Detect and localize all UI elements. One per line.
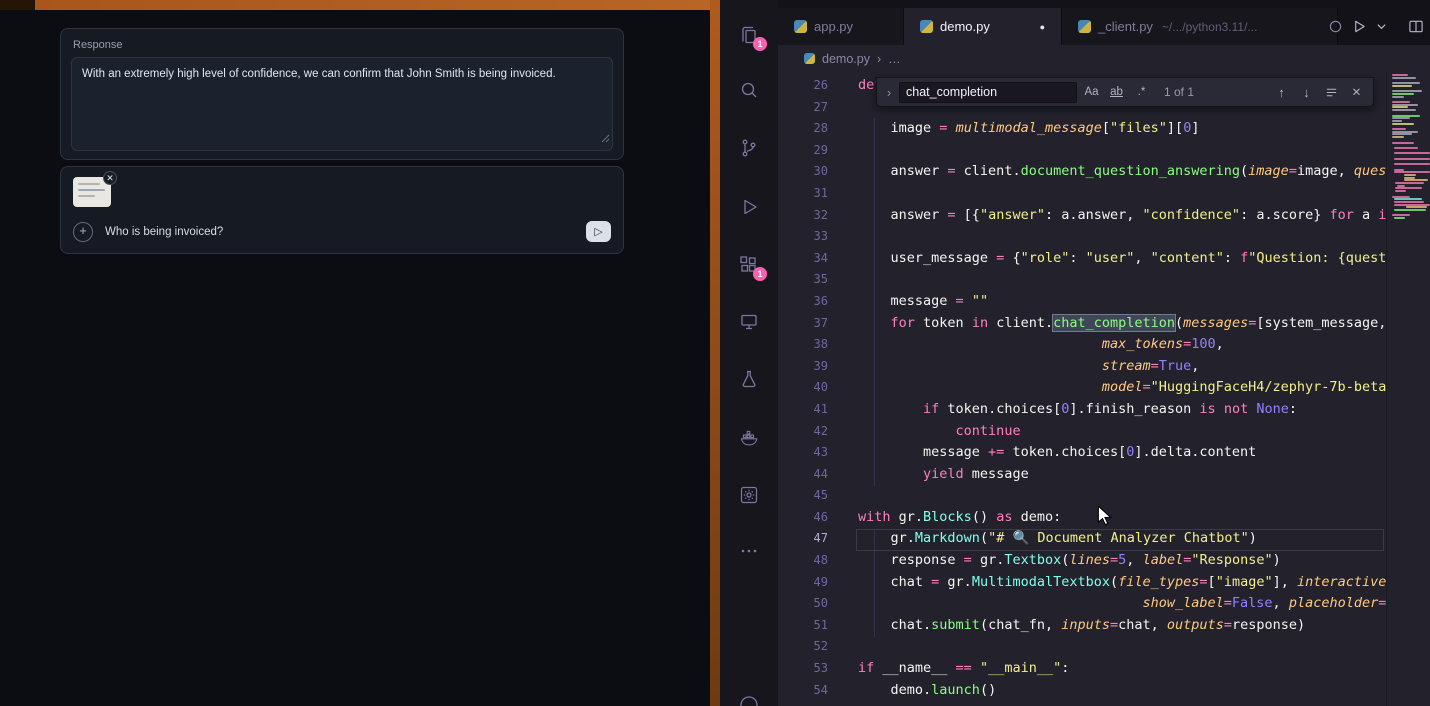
python-file-icon: [794, 20, 807, 33]
code-line-41[interactable]: 41 if token.choices[0].finish_reason is …: [778, 399, 1386, 421]
find-in-selection-icon[interactable]: [1321, 82, 1342, 103]
code-line-32[interactable]: 32 answer = [{"answer": a.answer, "confi…: [778, 205, 1386, 227]
code-line-35[interactable]: 35: [778, 269, 1386, 291]
find-widget: › Aa ab .* 1 of 1 ↑ ↓ ✕: [876, 77, 1374, 107]
extensions-badge: 1: [753, 267, 767, 281]
browser-titlebar: [0, 0, 710, 10]
code-line-30[interactable]: 30 answer = client.document_question_ans…: [778, 161, 1386, 183]
more-icon[interactable]: [737, 539, 761, 563]
attachment-thumbnail: ✕: [73, 177, 111, 207]
run-debug-icon[interactable]: [737, 195, 761, 219]
activity-bar: 1 1: [720, 0, 778, 706]
find-previous-button[interactable]: ↑: [1271, 82, 1292, 103]
breadcrumb: demo.py › …: [778, 45, 1430, 72]
tab-bar: app.py demo.py ● _client.py ~/.../python…: [778, 0, 1430, 45]
tab-demo-py[interactable]: demo.py ●: [904, 8, 1062, 45]
gradio-app: Response With an extremely high level of…: [0, 0, 710, 706]
resize-grip-icon[interactable]: [601, 130, 610, 148]
code-line-33[interactable]: 33: [778, 226, 1386, 248]
run-python-file-button[interactable]: [1352, 19, 1367, 34]
match-case-button[interactable]: Aa: [1081, 82, 1102, 103]
code-line-55[interactable]: 55: [778, 701, 1386, 706]
code-line-52[interactable]: 52: [778, 636, 1386, 658]
split-editor-button[interactable]: [1408, 19, 1424, 34]
docker-icon[interactable]: [737, 425, 761, 449]
code-line-34[interactable]: 34 user_message = {"role": "user", "cont…: [778, 248, 1386, 270]
modified-dot-icon: ●: [1040, 22, 1045, 32]
vscode-window: 1 1: [720, 0, 1430, 706]
code-editor[interactable]: 26def chat_fn(multimodal_message):2728 i…: [778, 72, 1430, 706]
code-lines: 26def chat_fn(multimodal_message):2728 i…: [778, 75, 1386, 706]
python-file-icon: [804, 53, 815, 64]
code-line-38[interactable]: 38 max_tokens=100,: [778, 334, 1386, 356]
screenshot-root: Response With an extremely high level of…: [0, 0, 1430, 706]
python-file-icon: [1078, 20, 1091, 33]
extensions-icon[interactable]: 1: [737, 253, 761, 277]
response-group: Response With an extremely high level of…: [60, 28, 624, 160]
remote-explorer-icon[interactable]: [737, 310, 761, 334]
remove-attachment-button[interactable]: ✕: [103, 171, 117, 185]
find-input[interactable]: [899, 82, 1077, 103]
editor-group: app.py demo.py ● _client.py ~/.../python…: [778, 0, 1430, 706]
code-line-37[interactable]: 37 for token in client.chat_completion(m…: [778, 313, 1386, 335]
circle-outline-icon[interactable]: [1328, 19, 1343, 34]
dev-container-icon[interactable]: [737, 483, 761, 507]
explorer-icon[interactable]: 1: [737, 23, 761, 47]
code-line-50[interactable]: 50 show_label=False, placeholder=: [778, 593, 1386, 615]
account-icon[interactable]: [737, 693, 761, 706]
code-line-46[interactable]: 46with gr.Blocks() as demo:: [778, 507, 1386, 529]
breadcrumb-separator: ›: [877, 52, 881, 66]
response-label: Response: [73, 39, 613, 51]
explorer-badge: 1: [753, 37, 767, 51]
tab-client-py[interactable]: _client.py ~/.../python3.11/...: [1062, 8, 1338, 45]
run-dropdown-chevron-icon[interactable]: [1376, 21, 1387, 32]
whole-word-button[interactable]: ab: [1106, 82, 1127, 103]
code-line-36[interactable]: 36 message = "": [778, 291, 1386, 313]
add-file-button[interactable]: +: [73, 222, 93, 242]
tab-app-py[interactable]: app.py: [778, 8, 904, 45]
source-control-icon[interactable]: [737, 136, 761, 160]
code-line-42[interactable]: 42 continue: [778, 421, 1386, 443]
code-line-39[interactable]: 39 stream=True,: [778, 356, 1386, 378]
regex-button[interactable]: .*: [1131, 82, 1152, 103]
code-line-28[interactable]: 28 image = multimodal_message["files"][0…: [778, 118, 1386, 140]
testing-icon[interactable]: [737, 368, 761, 392]
breadcrumb-file[interactable]: demo.py: [822, 52, 870, 66]
window-divider: [710, 0, 720, 706]
code-line-47[interactable]: 47 gr.Markdown("# 🔍 Document Analyzer Ch…: [778, 528, 1386, 550]
code-line-45[interactable]: 45: [778, 485, 1386, 507]
code-line-48[interactable]: 48 response = gr.Textbox(lines=5, label=…: [778, 550, 1386, 572]
search-icon[interactable]: [737, 78, 761, 102]
code-line-40[interactable]: 40 model="HuggingFaceH4/zephyr-7b-beta"): [778, 377, 1386, 399]
response-textarea[interactable]: With an extremely high level of confiden…: [71, 57, 613, 151]
code-line-43[interactable]: 43 message += token.choices[0].delta.con…: [778, 442, 1386, 464]
chat-message-input[interactable]: Who is being invoiced?: [105, 226, 586, 238]
python-file-icon: [920, 20, 933, 33]
multimodal-textbox: ✕ + Who is being invoiced? ▷: [60, 166, 624, 254]
find-results-count: 1 of 1: [1164, 85, 1194, 99]
code-line-44[interactable]: 44 yield message: [778, 464, 1386, 486]
find-close-button[interactable]: ✕: [1346, 82, 1367, 103]
code-line-51[interactable]: 51 chat.submit(chat_fn, inputs=chat, out…: [778, 615, 1386, 637]
breadcrumb-more[interactable]: …: [888, 52, 901, 66]
editor-actions: [1328, 8, 1424, 45]
tab-path-description: ~/.../python3.11/...: [1162, 20, 1258, 34]
find-expand-chevron-icon[interactable]: ›: [883, 85, 895, 100]
find-next-button[interactable]: ↓: [1296, 82, 1317, 103]
send-button[interactable]: ▷: [586, 221, 611, 242]
minimap[interactable]: [1386, 72, 1430, 706]
code-line-31[interactable]: 31: [778, 183, 1386, 205]
code-line-54[interactable]: 54 demo.launch(): [778, 680, 1386, 702]
code-line-29[interactable]: 29: [778, 140, 1386, 162]
code-line-49[interactable]: 49 chat = gr.MultimodalTextbox(file_type…: [778, 572, 1386, 594]
code-line-53[interactable]: 53if __name__ == "__main__":: [778, 658, 1386, 680]
